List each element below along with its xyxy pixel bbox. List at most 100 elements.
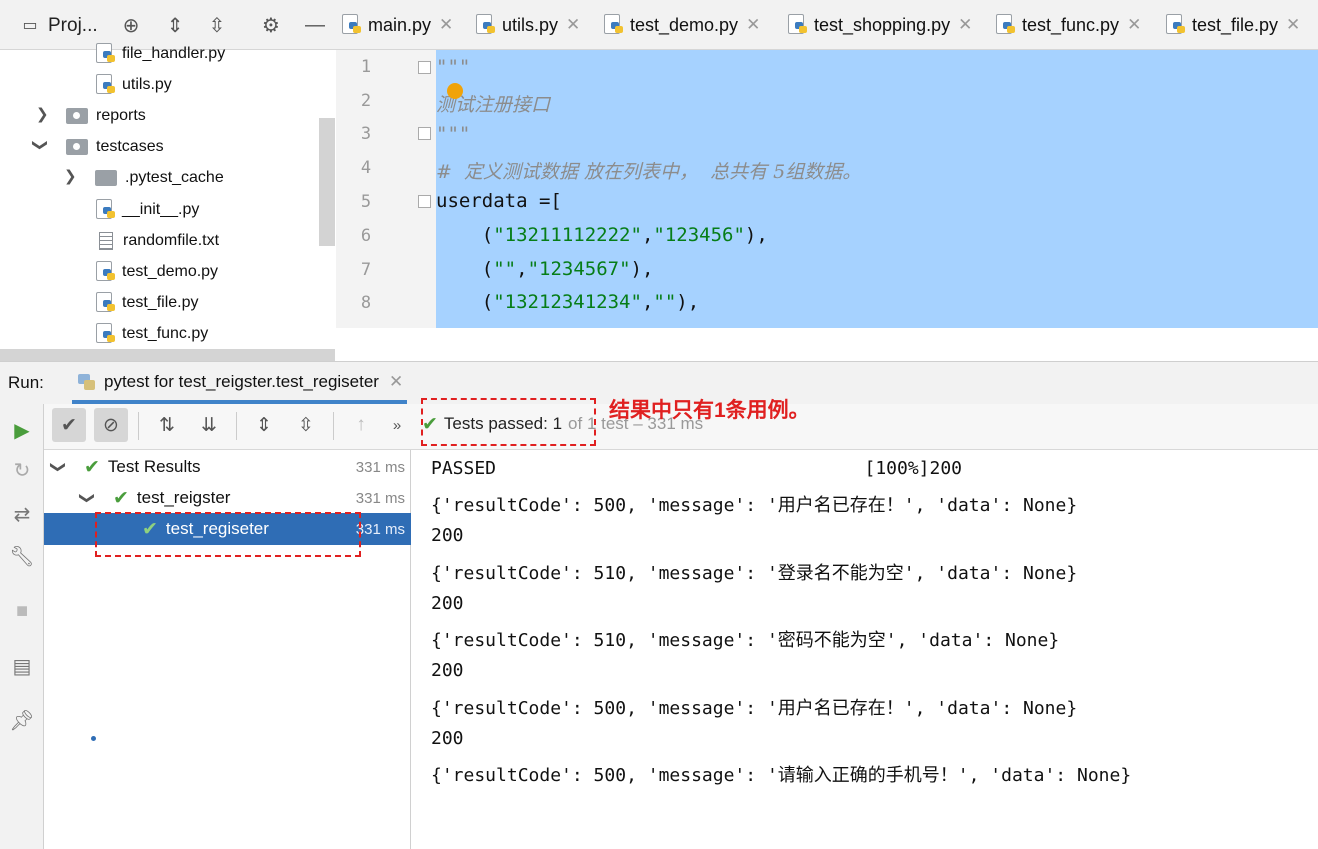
project-title[interactable]: Proj... (48, 15, 98, 37)
text-file-icon (99, 232, 113, 250)
tree-item-label: testcases (96, 138, 164, 155)
console-line: 200 (431, 660, 464, 681)
show-ignored-icon[interactable]: ⊘ (94, 408, 128, 442)
tree-item-test-demo[interactable]: test_demo.py (96, 258, 218, 286)
tab-test-demo-py[interactable]: test_demo.py ✕ (598, 0, 760, 50)
python-file-icon (1166, 14, 1186, 36)
fold-marker-icon[interactable] (418, 195, 431, 208)
tab-label: main.py (368, 14, 432, 35)
expand-all-icon[interactable]: ⇕ (163, 12, 187, 38)
rerun-failed-icon[interactable]: ↻ (8, 456, 36, 484)
python-file-icon (96, 199, 116, 221)
close-icon[interactable]: ✕ (746, 15, 760, 35)
tab-test-func-py[interactable]: test_func.py ✕ (990, 0, 1141, 50)
tab-test-shopping-py[interactable]: test_shopping.py ✕ (782, 0, 972, 50)
toolbar-separator (333, 412, 334, 440)
chevron-right-icon[interactable]: ❯ (36, 105, 49, 123)
tree-item-label: test_file.py (122, 294, 199, 311)
toggle-auto-test-icon[interactable]: ⇄ (8, 500, 36, 528)
tree-item-label: .pytest_cache (125, 169, 224, 186)
more-icon[interactable]: » (380, 408, 414, 442)
sort-alpha-icon[interactable]: ⇅ (150, 408, 184, 442)
rerun-icon[interactable]: ▶ (8, 416, 36, 444)
close-icon[interactable]: ✕ (389, 372, 403, 392)
console-line: {'resultCode': 510, 'message': '登录名不能为空'… (431, 563, 1078, 584)
code-line: ("13212341234",""), (481, 291, 700, 313)
fold-marker-icon[interactable] (418, 61, 431, 74)
expand-all-icon[interactable]: ⇕ (247, 408, 281, 442)
stop-icon[interactable]: ■ (8, 597, 36, 625)
close-icon[interactable]: ✕ (1286, 15, 1300, 35)
close-icon[interactable]: ✕ (958, 15, 972, 35)
annotation-text: 结果中只有1条用例。 (609, 399, 810, 422)
show-passed-icon[interactable]: ✔ (52, 408, 86, 442)
tree-item-reports[interactable]: reports (66, 102, 146, 130)
result-time: 331 ms (355, 489, 405, 507)
console-line: {'resultCode': 500, 'message': '用户名已存在！'… (431, 495, 1078, 516)
code-line: userdata =[ (436, 190, 562, 212)
line-number: 6 (360, 226, 372, 246)
locate-icon[interactable]: ⊕ (119, 12, 143, 38)
pin-icon[interactable]: 📌︎ (8, 706, 36, 734)
result-label: test_reigster (136, 488, 231, 507)
line-number: 2 (360, 91, 372, 111)
chevron-right-icon[interactable]: ❯ (64, 167, 77, 185)
code-line: ("","1234567"), (481, 258, 654, 280)
tab-test-file-py[interactable]: test_file.py ✕ (1160, 0, 1300, 50)
python-file-icon (996, 14, 1016, 36)
tree-item-test-func[interactable]: test_func.py (96, 320, 208, 348)
tree-scrollbar[interactable] (319, 118, 335, 246)
editor-gutter (336, 50, 436, 328)
folder-icon (66, 108, 88, 124)
tab-label: test_file.py (1192, 14, 1279, 35)
python-file-icon (96, 43, 116, 65)
tab-utils-py[interactable]: utils.py ✕ (470, 0, 580, 50)
collapse-all-icon[interactable]: ⇳ (289, 408, 323, 442)
gear-icon[interactable]: ⚙ (259, 12, 283, 38)
code-line: """ (436, 56, 471, 78)
code-editor[interactable]: """ 测试注册接口 """ # 定义测试数据 放在列表中， 总共有 5组数据。… (436, 50, 1318, 328)
layout-icon[interactable]: ▤ (8, 652, 36, 680)
test-suite-row[interactable]: ✔ test_reigster 331 ms (113, 483, 411, 513)
intention-bulb-icon[interactable] (447, 83, 463, 99)
wrench-icon[interactable]: 🔧︎ (8, 542, 36, 570)
python-file-icon (96, 292, 116, 314)
hide-icon[interactable]: — (303, 12, 327, 38)
chevron-down-icon[interactable]: ❯ (31, 139, 49, 152)
tree-item-label: test_demo.py (122, 263, 219, 280)
pytest-icon (76, 371, 96, 393)
sort-duration-icon[interactable]: ⇊ (192, 408, 226, 442)
console-line: 200 (431, 728, 464, 749)
tree-item-pytest-cache[interactable]: .pytest_cache (95, 164, 224, 192)
editor-bottom (336, 328, 1318, 361)
tree-item-testcases[interactable]: testcases (66, 133, 164, 161)
line-number: 4 (360, 158, 372, 178)
collapse-all-icon[interactable]: ⇳ (205, 12, 229, 38)
tab-label: test_demo.py (630, 14, 739, 35)
tree-item-utils[interactable]: utils.py (96, 71, 172, 99)
close-icon[interactable]: ✕ (439, 15, 453, 35)
run-tab[interactable]: pytest for test_reigster.test_regiseter ✕ (72, 363, 408, 404)
fold-marker-icon[interactable] (418, 127, 431, 140)
close-icon[interactable]: ✕ (1127, 15, 1141, 35)
project-window-icon[interactable]: ▭ (18, 12, 42, 38)
test-results-root[interactable]: ✔ Test Results 331 ms (84, 452, 411, 482)
python-file-icon (788, 14, 808, 36)
check-icon: ✔ (84, 456, 100, 478)
run-tab-label: pytest for test_reigster.test_regiseter (104, 371, 379, 391)
chevron-down-icon[interactable]: ❯ (78, 492, 96, 505)
tree-item-init[interactable]: __init__.py (96, 196, 199, 224)
run-side-toolbar: ▶ ↻ ⇄ 🔧︎ ■ ▤ 📌︎ (0, 404, 44, 849)
close-icon[interactable]: ✕ (566, 15, 580, 35)
tree-item-test-file[interactable]: test_file.py (96, 289, 198, 317)
tree-item-file-handler[interactable]: file_handler.py (96, 40, 225, 68)
tab-main-py[interactable]: main.py ✕ (336, 0, 453, 50)
panel-divider[interactable] (0, 349, 335, 361)
tree-item-label: utils.py (122, 76, 172, 93)
python-file-icon (96, 261, 116, 283)
console-line: PASSED [100%]200 (431, 458, 963, 479)
chevron-down-icon[interactable]: ❯ (49, 461, 67, 474)
tree-item-randomfile[interactable]: randomfile.txt (96, 227, 219, 255)
previous-icon[interactable]: ↑ (344, 408, 378, 442)
tree-item-label: __init__.py (122, 201, 200, 218)
